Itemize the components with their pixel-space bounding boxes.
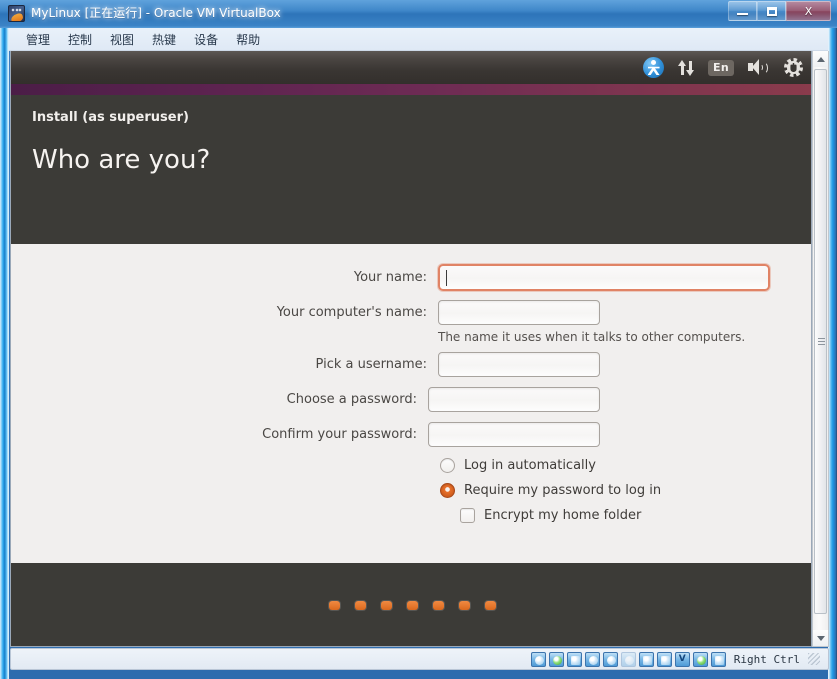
field-row-confirm-password: Confirm your password: <box>219 422 600 447</box>
progress-dots <box>328 600 496 610</box>
label-username: Pick a username: <box>315 357 427 372</box>
network-icon[interactable] <box>678 59 695 77</box>
vm-guest-screen[interactable]: En Install (as superuser) Who are you? Y… <box>10 51 812 647</box>
hard-disk-icon[interactable] <box>530 651 546 667</box>
video-capture-icon[interactable] <box>674 651 690 667</box>
progress-dot <box>354 600 366 610</box>
virtualbox-window: MyLinux [正在运行] - Oracle VM VirtualBox X … <box>0 0 837 679</box>
host-key-icon[interactable] <box>710 651 726 667</box>
label-encrypt-home-folder: Encrypt my home folder <box>484 508 642 523</box>
option-require-password[interactable]: Require my password to log in <box>440 483 661 498</box>
radio-log-in-automatically[interactable] <box>440 458 455 473</box>
computer-name-hint: The name it uses when it talks to other … <box>438 330 746 344</box>
close-button[interactable]: X <box>786 1 831 21</box>
menu-bar: 管理 控制 视图 热键 设备 帮助 <box>9 28 828 51</box>
window-controls: X <box>728 1 831 21</box>
progress-dot <box>484 600 496 610</box>
virtualbox-vm-icon <box>8 5 25 22</box>
title-bar: MyLinux [正在运行] - Oracle VM VirtualBox X <box>0 0 837 28</box>
menu-item-hotkeys[interactable]: 热键 <box>143 29 185 50</box>
label-log-in-automatically: Log in automatically <box>464 458 596 473</box>
menu-item-help[interactable]: 帮助 <box>227 29 269 50</box>
confirm-password-input[interactable] <box>428 422 600 447</box>
menu-item-control[interactable]: 控制 <box>59 29 101 50</box>
menu-item-view[interactable]: 视图 <box>101 29 143 50</box>
ubuntu-top-panel: En <box>11 51 811 84</box>
progress-dot <box>328 600 340 610</box>
accessibility-icon[interactable] <box>643 57 665 78</box>
volume-icon[interactable] <box>748 59 770 76</box>
mouse-integration-icon[interactable] <box>692 651 708 667</box>
keyboard-layout-label: En <box>708 59 734 76</box>
field-row-your-name: Your name: <box>229 264 770 291</box>
progress-dot <box>380 600 392 610</box>
menu-item-devices[interactable]: 设备 <box>185 29 227 50</box>
window-border-left <box>0 0 9 679</box>
maximize-button[interactable] <box>757 1 786 21</box>
network-icon[interactable] <box>584 651 600 667</box>
shared-folders-icon[interactable] <box>620 651 636 667</box>
scrollbar-thumb[interactable] <box>814 69 827 614</box>
field-row-computer-name: Your computer's name: <box>229 300 600 325</box>
progress-dot <box>458 600 470 610</box>
resize-grip-icon[interactable] <box>808 653 820 665</box>
field-row-username: Pick a username: <box>229 352 600 377</box>
system-settings-gear-icon[interactable] <box>784 58 803 77</box>
option-encrypt-home-folder[interactable]: Encrypt my home folder <box>460 508 641 523</box>
scroll-up-arrow-icon[interactable] <box>813 51 828 67</box>
usb-icon[interactable] <box>602 651 618 667</box>
your-name-input[interactable] <box>438 264 770 291</box>
host-key-label: Right Ctrl <box>733 652 800 666</box>
password-input[interactable] <box>428 387 600 412</box>
floppy-icon[interactable] <box>566 651 582 667</box>
menu-item-manage[interactable]: 管理 <box>17 29 59 50</box>
keyboard-layout-icon[interactable]: En <box>708 59 734 76</box>
label-your-name: Your name: <box>353 270 427 285</box>
remote-display-icon[interactable] <box>656 651 672 667</box>
cd-dvd-icon[interactable] <box>548 651 564 667</box>
progress-dot <box>432 600 444 610</box>
radio-require-password[interactable] <box>440 483 455 498</box>
display-icon[interactable] <box>638 651 654 667</box>
field-row-password: Choose a password: <box>219 387 600 412</box>
label-password: Choose a password: <box>286 392 417 407</box>
label-confirm-password: Confirm your password: <box>262 427 417 442</box>
option-log-in-automatically[interactable]: Log in automatically <box>440 458 596 473</box>
vertical-scrollbar[interactable] <box>812 51 829 647</box>
username-input[interactable] <box>438 352 600 377</box>
minimize-button[interactable] <box>728 1 757 21</box>
status-bar: Right Ctrl <box>10 648 829 670</box>
computer-name-input[interactable] <box>438 300 600 325</box>
text-caret <box>446 270 447 286</box>
window-border-right <box>828 0 837 679</box>
scroll-down-arrow-icon[interactable] <box>813 630 828 646</box>
checkbox-encrypt-home-folder[interactable] <box>460 508 475 523</box>
window-title: MyLinux [正在运行] - Oracle VM VirtualBox <box>31 6 281 20</box>
label-require-password: Require my password to log in <box>464 483 662 498</box>
scrollbar-grip-icon <box>818 338 825 345</box>
page-title: Who are you? <box>32 145 211 175</box>
installer-title: Install (as superuser) <box>32 110 189 125</box>
label-computer-name: Your computer's name: <box>276 305 427 320</box>
progress-dot <box>406 600 418 610</box>
installer-footer <box>11 563 811 646</box>
ubuntu-brand-strip <box>11 84 811 95</box>
